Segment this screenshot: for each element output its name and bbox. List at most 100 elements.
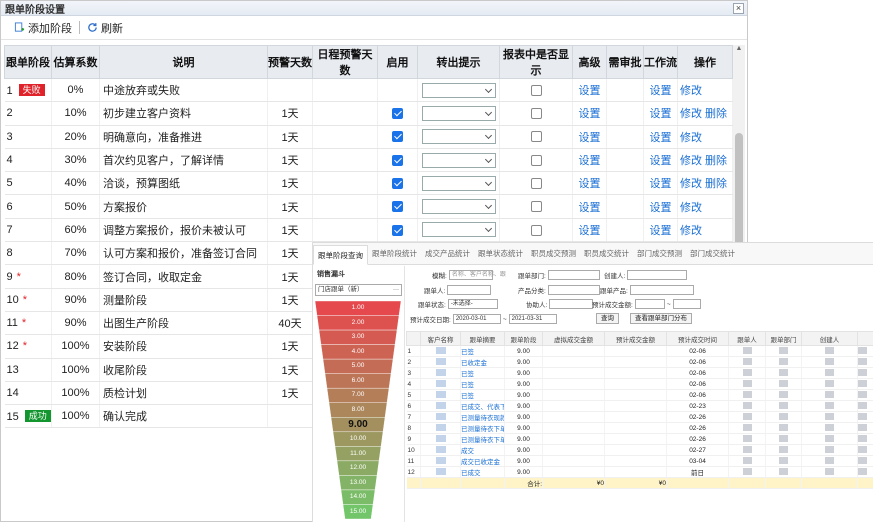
report-show-checkbox[interactable] <box>530 224 542 236</box>
report-row[interactable]: 8 已测量待衣下单 9.00 02-26 <box>406 422 873 434</box>
advanced-settings-link[interactable]: 设置 <box>579 108 601 120</box>
summary-cell[interactable]: 已测量待衣现款 <box>460 411 505 423</box>
report-tab[interactable]: 跟单状态统计 <box>474 244 527 264</box>
enabled-checkbox[interactable] <box>392 201 403 213</box>
report-tab[interactable]: 跟单阶段统计 <box>368 244 421 264</box>
workflow-settings-link[interactable]: 设置 <box>650 85 672 97</box>
summary-cell[interactable]: 已签 <box>460 367 505 379</box>
column-header: 工作流 <box>643 45 678 79</box>
transfer-hint-select[interactable] <box>421 175 496 191</box>
report-row[interactable]: 11 成交已收定金 9.00 03-04 <box>406 455 873 467</box>
table-row: 3 20% 明确意向，准备推进 1天 设置 设置 修改 <box>4 125 733 149</box>
delete-link[interactable]: 删除 <box>705 178 727 190</box>
date-to-input[interactable]: 2021-03-31 <box>508 314 557 324</box>
product-input[interactable] <box>629 285 694 295</box>
report-show-checkbox[interactable] <box>530 177 542 189</box>
report-show-checkbox[interactable] <box>530 84 542 96</box>
close-button[interactable]: × <box>733 2 744 14</box>
report-tab[interactable]: 部门成交统计 <box>686 244 739 264</box>
amount-max-input[interactable] <box>672 299 701 309</box>
summary-cell[interactable]: 已签 <box>460 345 505 357</box>
report-tab[interactable]: 成交产品统计 <box>421 244 474 264</box>
add-stage-button[interactable]: 添加阶段 <box>9 20 77 36</box>
scroll-up-icon[interactable]: ▲ <box>733 45 745 57</box>
report-show-checkbox[interactable] <box>530 201 542 213</box>
report-tab[interactable]: 职员成交统计 <box>580 244 633 264</box>
workflow-settings-link[interactable]: 设置 <box>650 155 672 167</box>
report-row[interactable]: 4 已签 9.00 02-06 <box>406 378 873 390</box>
report-row[interactable]: 2 已收定金 9.00 02-06 <box>406 356 873 368</box>
workflow-settings-link[interactable]: 设置 <box>650 178 672 190</box>
workflow-settings-link[interactable]: 设置 <box>650 108 672 120</box>
transfer-hint-select[interactable] <box>421 82 496 98</box>
report-row[interactable]: 9 已测量待衣下单 9.00 02-26 <box>406 433 873 445</box>
transfer-hint-select[interactable] <box>421 152 496 168</box>
report-tab[interactable]: 部门成交预测 <box>633 244 686 264</box>
enabled-checkbox[interactable] <box>392 224 403 236</box>
date-from-input[interactable]: 2020-03-01 <box>452 314 501 324</box>
enabled-checkbox[interactable] <box>392 177 403 189</box>
advanced-settings-link[interactable]: 设置 <box>579 225 601 237</box>
summary-cell[interactable]: 已签 <box>460 389 505 401</box>
search-button[interactable]: 查询 <box>596 313 619 324</box>
advanced-settings-link[interactable]: 设置 <box>579 132 601 144</box>
transfer-hint-select[interactable] <box>421 199 496 215</box>
refresh-button[interactable]: 刷新 <box>82 20 128 36</box>
fuzzy-search-input[interactable]: 名称、客户名称、跟 <box>448 270 506 280</box>
category-input[interactable] <box>547 285 600 295</box>
edit-link[interactable]: 修改 <box>680 132 702 144</box>
report-row[interactable]: 1 已签 9.00 02-06 <box>406 345 873 357</box>
report-row[interactable]: 5 已签 9.00 02-06 <box>406 389 873 401</box>
assist-input[interactable] <box>549 299 594 309</box>
advanced-settings-link[interactable]: 设置 <box>579 202 601 214</box>
edit-link[interactable]: 修改 <box>680 108 702 120</box>
funnel-select[interactable]: 门店跟单（新） ··· <box>315 284 402 296</box>
edit-link[interactable]: 修改 <box>680 178 702 190</box>
owner-input[interactable] <box>447 285 492 295</box>
summary-cell[interactable]: 已测量待衣下单 <box>460 433 505 445</box>
expected-date-cell: 02-06 <box>666 367 729 379</box>
report-row[interactable]: 7 已测量待衣现款 9.00 02-26 <box>406 411 873 423</box>
creator-input[interactable] <box>627 270 688 280</box>
status-select[interactable]: -未选择- <box>447 299 498 309</box>
enabled-checkbox[interactable] <box>392 108 403 120</box>
redacted-extra <box>858 457 867 465</box>
summary-cell[interactable]: 已签 <box>460 378 505 390</box>
edit-link[interactable]: 修改 <box>680 155 702 167</box>
enabled-checkbox[interactable] <box>392 131 403 143</box>
amount-min-input[interactable] <box>634 299 665 309</box>
edit-link[interactable]: 修改 <box>680 225 702 237</box>
transfer-hint-select[interactable] <box>421 105 496 121</box>
workflow-settings-link[interactable]: 设置 <box>650 132 672 144</box>
summary-cell[interactable]: 已成交、代表下 <box>460 400 505 412</box>
report-show-checkbox[interactable] <box>530 154 542 166</box>
workflow-settings-link[interactable]: 设置 <box>650 225 672 237</box>
report-row[interactable]: 12 已成交 9.00 前日 <box>406 466 873 478</box>
edit-link[interactable]: 修改 <box>680 202 702 214</box>
report-row[interactable]: 6 已成交、代表下 9.00 02-23 <box>406 400 873 412</box>
workflow-settings-link[interactable]: 设置 <box>650 202 672 214</box>
report-row[interactable]: 10 成交 9.00 02-27 <box>406 444 873 456</box>
summary-cell[interactable]: 已成交 <box>460 466 505 478</box>
enabled-checkbox[interactable] <box>392 154 403 166</box>
transfer-hint-select[interactable] <box>421 129 496 145</box>
view-dept-distribution-button[interactable]: 查看跟单部门分布 <box>630 313 692 324</box>
transfer-hint-select[interactable] <box>421 222 496 238</box>
summary-cell[interactable]: 已测量待衣下单 <box>460 422 505 434</box>
advanced-settings-link[interactable]: 设置 <box>579 85 601 97</box>
advanced-settings-link[interactable]: 设置 <box>579 178 601 190</box>
summary-cell[interactable]: 成交 <box>460 444 505 456</box>
report-row[interactable]: 3 已签 9.00 02-06 <box>406 367 873 379</box>
edit-link[interactable]: 修改 <box>680 85 702 97</box>
summary-cell[interactable]: 成交已收定金 <box>460 455 505 467</box>
dept-input[interactable] <box>547 270 600 280</box>
report-tab[interactable]: 跟单阶段查询 <box>313 245 368 265</box>
advanced-settings-link[interactable]: 设置 <box>579 155 601 167</box>
delete-link[interactable]: 删除 <box>705 155 727 167</box>
redacted-dept <box>779 468 788 476</box>
summary-cell[interactable]: 已收定金 <box>460 356 505 368</box>
report-show-checkbox[interactable] <box>530 108 542 120</box>
report-show-checkbox[interactable] <box>530 131 542 143</box>
delete-link[interactable]: 删除 <box>705 108 727 120</box>
report-tab[interactable]: 职员成交预测 <box>527 244 580 264</box>
